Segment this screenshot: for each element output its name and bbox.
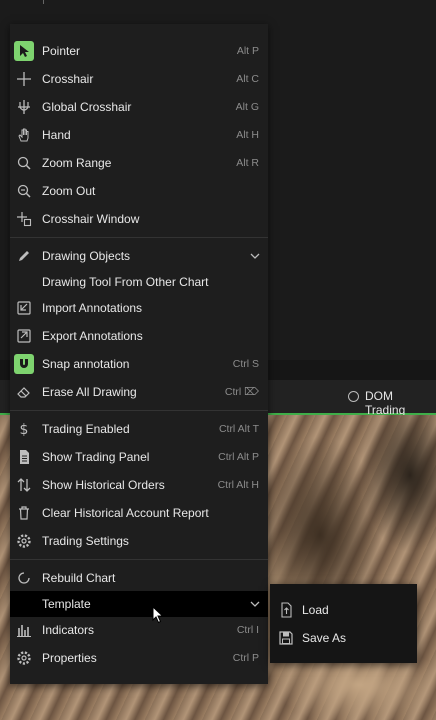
dollar-icon: $	[14, 419, 34, 439]
menu-item-label: Zoom Range	[42, 156, 112, 170]
submenu-item-save-as[interactable]: Save As	[270, 624, 417, 652]
menu-item-export-annotations[interactable]: Export Annotations	[10, 322, 268, 350]
zoom-out-icon	[14, 181, 34, 201]
trash-icon	[14, 503, 34, 523]
menu-item-label: Drawing Tool From Other Chart	[42, 275, 209, 289]
menu-item-drawing-tool-from-other-chart[interactable]: Drawing Tool From Other Chart	[10, 268, 268, 296]
menu-item-pointer[interactable]: Pointer Alt P	[10, 37, 268, 65]
menu-item-drawing-objects[interactable]: Drawing Objects	[10, 242, 268, 270]
axis-tick	[43, 0, 44, 4]
zoom-range-icon	[14, 153, 34, 173]
menu-item-import-annotations[interactable]: Import Annotations	[10, 294, 268, 322]
menu-item-properties[interactable]: Properties Ctrl P	[10, 644, 268, 672]
menu-divider	[10, 559, 268, 560]
shortcut-label: Alt H	[236, 129, 259, 141]
refresh-icon	[14, 568, 34, 588]
menu-item-label: Trading Enabled	[42, 422, 130, 436]
menu-item-label: Global Crosshair	[42, 100, 132, 114]
pointer-icon	[14, 41, 34, 61]
menu-item-zoom-out[interactable]: Zoom Out	[10, 177, 268, 205]
submenu-item-label: Save As	[302, 631, 347, 645]
dom-trading-radio[interactable]	[348, 391, 359, 402]
pencil-icon	[14, 246, 34, 266]
eraser-icon	[14, 382, 34, 402]
shortcut-label: Alt G	[235, 101, 259, 113]
menu-divider	[10, 237, 268, 238]
menu-item-label: Hand	[42, 128, 71, 142]
mouse-cursor-icon	[152, 606, 164, 624]
import-icon	[14, 298, 34, 318]
menu-item-label: Clear Historical Account Report	[42, 506, 209, 520]
load-file-icon	[276, 600, 296, 620]
menu-item-label: Template	[42, 597, 91, 611]
shortcut-label: Ctrl P	[232, 652, 259, 664]
menu-item-label: Show Historical Orders	[42, 478, 165, 492]
menu-item-trading-enabled[interactable]: $ Trading Enabled Ctrl Alt T	[10, 415, 268, 443]
menu-item-crosshair-window[interactable]: Crosshair Window	[10, 205, 268, 233]
menu-item-label: Properties	[42, 651, 97, 665]
shortcut-label: Ctrl Alt P	[218, 451, 259, 463]
menu-item-label: Export Annotations	[42, 329, 143, 343]
crosshair-icon	[14, 69, 34, 89]
menu-item-label: Pointer	[42, 44, 81, 58]
menu-item-label: Indicators	[42, 623, 95, 637]
menu-item-label: Trading Settings	[42, 534, 129, 548]
global-crosshair-icon	[14, 97, 34, 117]
shortcut-label: Ctrl I	[236, 624, 259, 636]
menu-item-label: Drawing Objects	[42, 249, 131, 263]
export-icon	[14, 326, 34, 346]
chevron-down-icon	[250, 253, 260, 259]
chart-context-menu: Pointer Alt P Crosshair Alt C Global Cro…	[10, 24, 268, 684]
dom-trading-label[interactable]: DOM Trading	[365, 389, 436, 417]
template-submenu: Load Save As	[270, 584, 417, 663]
menu-item-snap-annotation[interactable]: Snap annotation Ctrl S	[10, 350, 268, 378]
magnet-icon	[14, 354, 34, 374]
menu-item-crosshair[interactable]: Crosshair Alt C	[10, 65, 268, 93]
shortcut-label: Ctrl S	[232, 358, 259, 370]
menu-divider	[10, 410, 268, 411]
menu-item-zoom-range[interactable]: Zoom Range Alt R	[10, 149, 268, 177]
menu-item-show-historical-orders[interactable]: Show Historical Orders Ctrl Alt H	[10, 471, 268, 499]
menu-item-show-trading-panel[interactable]: Show Trading Panel Ctrl Alt P	[10, 443, 268, 471]
menu-item-indicators[interactable]: Indicators Ctrl I	[10, 616, 268, 644]
gear-icon	[14, 531, 34, 551]
crosshair-window-icon	[14, 209, 34, 229]
gear-icon	[14, 648, 34, 668]
chevron-down-icon	[250, 601, 260, 607]
menu-item-erase-all-drawing[interactable]: Erase All Drawing Ctrl ⌦	[10, 378, 268, 406]
menu-item-label: Erase All Drawing	[42, 385, 137, 399]
shortcut-label: Ctrl Alt T	[218, 423, 259, 435]
shortcut-label: Alt R	[236, 157, 259, 169]
svg-text:$: $	[20, 422, 29, 437]
menu-item-label: Crosshair Window	[42, 212, 140, 226]
menu-item-label: Snap annotation	[42, 357, 130, 371]
shortcut-label: Ctrl Alt H	[217, 479, 259, 491]
indicators-icon	[14, 620, 34, 640]
menu-item-clear-historical-account-report[interactable]: Clear Historical Account Report	[10, 499, 268, 527]
shortcut-label: Alt P	[236, 45, 259, 57]
menu-item-trading-settings[interactable]: Trading Settings	[10, 527, 268, 555]
hand-icon	[14, 125, 34, 145]
save-icon	[276, 628, 296, 648]
submenu-item-label: Load	[302, 603, 329, 617]
menu-item-label: Show Trading Panel	[42, 450, 150, 464]
menu-item-template[interactable]: Template	[10, 591, 268, 617]
arrows-updown-icon	[14, 475, 34, 495]
menu-item-hand[interactable]: Hand Alt H	[10, 121, 268, 149]
menu-item-label: Zoom Out	[42, 184, 96, 198]
menu-item-label: Import Annotations	[42, 301, 143, 315]
submenu-item-load[interactable]: Load	[270, 596, 417, 624]
document-icon	[14, 447, 34, 467]
shortcut-label: Alt C	[236, 73, 259, 85]
menu-item-label: Crosshair	[42, 72, 94, 86]
menu-item-label: Rebuild Chart	[42, 571, 116, 585]
menu-item-global-crosshair[interactable]: Global Crosshair Alt G	[10, 93, 268, 121]
shortcut-label: Ctrl ⌦	[224, 386, 259, 398]
menu-item-rebuild-chart[interactable]: Rebuild Chart	[10, 564, 268, 592]
